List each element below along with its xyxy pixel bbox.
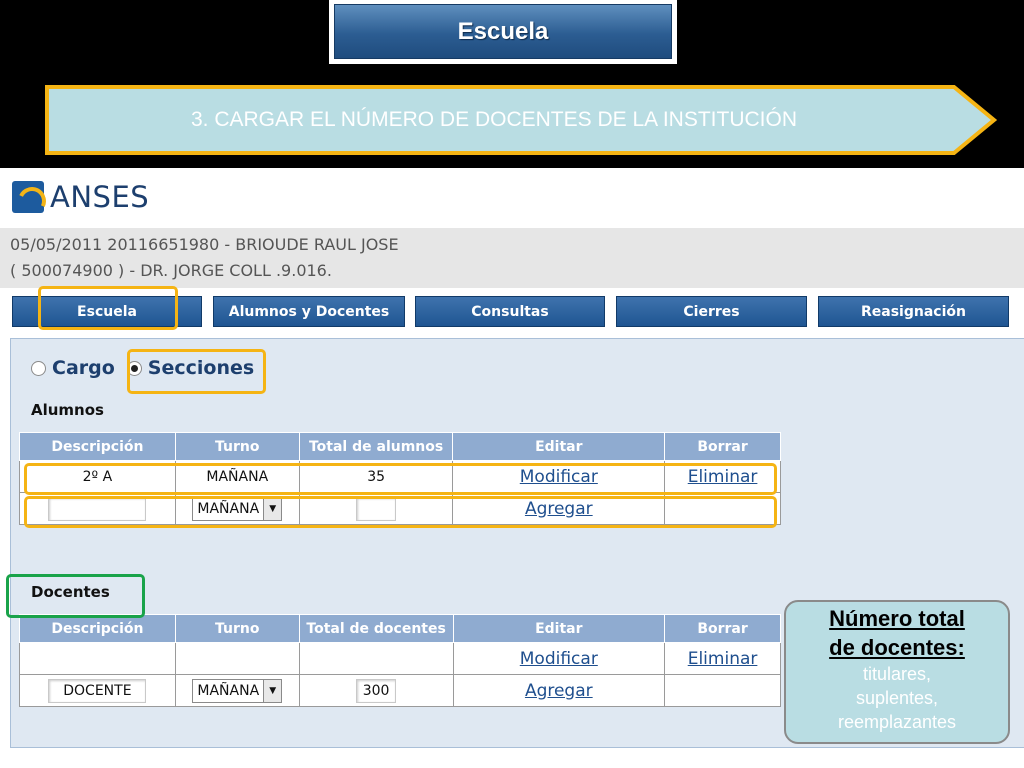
menu-alumnos-docentes[interactable]: Alumnos y Docentes bbox=[213, 296, 405, 327]
col-turno: Turno bbox=[174, 614, 300, 643]
total-alumnos-input[interactable] bbox=[356, 496, 397, 521]
alumnos-table: Descripción Turno Total de alumnos Edita… bbox=[19, 432, 781, 525]
radio-cargo-label: Cargo bbox=[52, 357, 115, 379]
callout-body-1: titulares, bbox=[862, 664, 932, 684]
col-editar: Editar bbox=[452, 614, 666, 643]
anses-logo: ANSES bbox=[12, 180, 149, 214]
callout-title-1: Número total bbox=[829, 606, 965, 631]
main-menu: Escuela Alumnos y Docentes Consultas Cie… bbox=[0, 288, 1024, 338]
slide-title: Escuela bbox=[334, 4, 672, 59]
cell-turno: MAÑANA bbox=[174, 460, 300, 493]
turno-select[interactable]: MAÑANA ▼ bbox=[192, 496, 283, 521]
eliminar-link[interactable]: Eliminar bbox=[688, 649, 758, 669]
col-borrar: Borrar bbox=[664, 614, 781, 643]
col-descripcion: Descripción bbox=[19, 432, 176, 461]
step-text: 3. CARGAR EL NÚMERO DE DOCENTES DE LA IN… bbox=[191, 108, 797, 131]
callout-title-2: de docentes: bbox=[829, 635, 965, 660]
slide-title-box: Escuela bbox=[329, 0, 677, 64]
cell-descripcion: 2º A bbox=[19, 460, 176, 493]
radio-secciones-control[interactable] bbox=[126, 360, 142, 376]
menu-reasignacion[interactable]: Reasignación bbox=[818, 296, 1009, 327]
turno-select-value: MAÑANA bbox=[197, 500, 260, 517]
descripcion-input[interactable]: DOCENTE bbox=[48, 678, 147, 703]
cell-agregar: Agregar bbox=[452, 674, 666, 707]
agregar-link[interactable]: Agregar bbox=[525, 499, 593, 519]
table-row: Modificar Eliminar bbox=[19, 642, 781, 675]
docentes-heading: Docentes bbox=[31, 583, 110, 601]
docentes-table: Descripción Turno Total de docentes Edit… bbox=[19, 614, 781, 707]
user-info-bar: 05/05/2011 20116651980 - BRIOUDE RAUL JO… bbox=[0, 228, 1024, 288]
cell-editar: Modificar bbox=[452, 460, 666, 493]
cell-total-input: 300 bbox=[298, 674, 454, 707]
info-line-2: ( 500074900 ) - DR. JORGE COLL .9.016. bbox=[10, 261, 332, 280]
radio-secciones[interactable]: Secciones bbox=[126, 357, 255, 379]
cell-turno-select: MAÑANA ▼ bbox=[174, 492, 300, 525]
cell-editar: Modificar bbox=[452, 642, 666, 675]
radio-cargo[interactable]: Cargo bbox=[31, 357, 115, 379]
callout-body-3: reemplazantes bbox=[837, 712, 957, 732]
descripcion-input[interactable] bbox=[48, 496, 147, 521]
type-radio-group: Cargo Secciones bbox=[31, 357, 254, 379]
cell-total bbox=[298, 642, 454, 675]
cell-empty bbox=[664, 492, 781, 525]
dropdown-arrow-icon[interactable]: ▼ bbox=[263, 679, 282, 702]
cell-empty bbox=[664, 674, 781, 707]
cell-total-input bbox=[298, 492, 454, 525]
col-total-alumnos: Total de alumnos bbox=[298, 432, 454, 461]
col-turno: Turno bbox=[174, 432, 300, 461]
alumnos-heading: Alumnos bbox=[31, 401, 104, 419]
dropdown-arrow-icon[interactable]: ▼ bbox=[263, 497, 282, 520]
callout-body-2: suplentes, bbox=[855, 688, 939, 708]
new-row: DOCENTE MAÑANA ▼ 300 Agregar bbox=[19, 674, 781, 707]
cell-turno-select: MAÑANA ▼ bbox=[174, 674, 300, 707]
new-row: MAÑANA ▼ Agregar bbox=[19, 492, 781, 525]
menu-escuela[interactable]: Escuela bbox=[12, 296, 202, 327]
table-row: 2º A MAÑANA 35 Modificar Eliminar bbox=[19, 460, 781, 493]
docentes-header-row: Descripción Turno Total de docentes Edit… bbox=[19, 614, 781, 643]
cell-borrar: Eliminar bbox=[664, 460, 781, 493]
cell-descripcion-input: DOCENTE bbox=[19, 674, 176, 707]
cell-descripcion-input bbox=[19, 492, 176, 525]
anses-logo-icon bbox=[12, 181, 44, 213]
modificar-link[interactable]: Modificar bbox=[520, 467, 598, 487]
agregar-link[interactable]: Agregar bbox=[525, 681, 593, 701]
modificar-link[interactable]: Modificar bbox=[520, 649, 598, 669]
eliminar-link[interactable]: Eliminar bbox=[688, 467, 758, 487]
info-line-1: 05/05/2011 20116651980 - BRIOUDE RAUL JO… bbox=[10, 235, 399, 254]
step-banner: 3. CARGAR EL NÚMERO DE DOCENTES DE LA IN… bbox=[44, 84, 1000, 156]
turno-select-value: MAÑANA bbox=[197, 682, 260, 699]
cell-descripcion bbox=[19, 642, 176, 675]
cell-agregar: Agregar bbox=[452, 492, 666, 525]
cell-total: 35 bbox=[298, 460, 454, 493]
col-total-docentes: Total de docentes bbox=[298, 614, 454, 643]
logo-text: ANSES bbox=[50, 180, 150, 214]
menu-cierres[interactable]: Cierres bbox=[616, 296, 807, 327]
col-borrar: Borrar bbox=[664, 432, 781, 461]
col-editar: Editar bbox=[452, 432, 666, 461]
total-docentes-input[interactable]: 300 bbox=[356, 678, 397, 703]
turno-select[interactable]: MAÑANA ▼ bbox=[192, 678, 283, 703]
callout-note: Número total de docentes: titulares, sup… bbox=[784, 600, 1010, 744]
radio-secciones-label: Secciones bbox=[147, 357, 255, 379]
col-descripcion: Descripción bbox=[19, 614, 176, 643]
alumnos-header-row: Descripción Turno Total de alumnos Edita… bbox=[19, 432, 781, 461]
menu-consultas[interactable]: Consultas bbox=[415, 296, 605, 327]
radio-cargo-control[interactable] bbox=[31, 360, 46, 376]
cell-turno bbox=[174, 642, 300, 675]
cell-borrar: Eliminar bbox=[664, 642, 781, 675]
